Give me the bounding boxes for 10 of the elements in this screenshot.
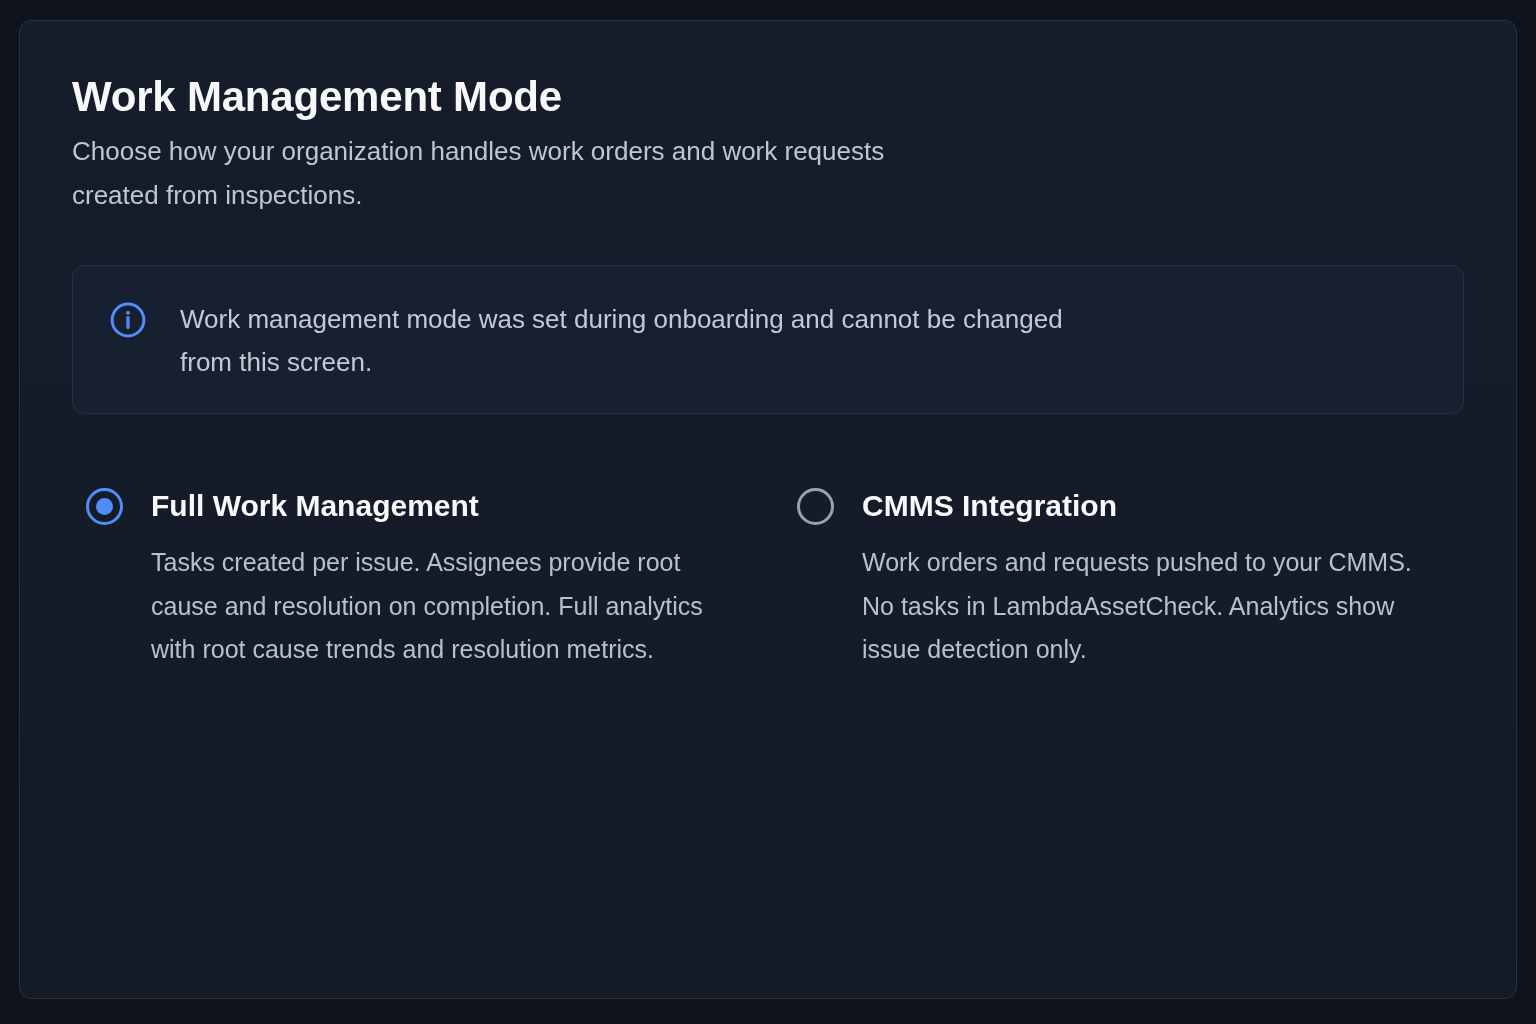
option-description: Work orders and requests pushed to your CMMS. No tasks in LambdaAssetCheck. Analytics show issue detection only. — [862, 547, 1413, 665]
section-description: Choose how your organization handles work orders and work requests created from inspections. — [72, 135, 886, 212]
radio-button[interactable] — [797, 487, 834, 525]
notice-text: Work management mode was set during onboarding and cannot be changed from this screen. — [180, 303, 1064, 379]
option-description: Tasks created per issue. Assignees provide root cause and resolution on completion. Full analytics with root cause trends and resolution metrics. — [151, 547, 704, 665]
section-title: Work Management Mode — [72, 73, 563, 121]
option-title: Full Work Management — [151, 488, 480, 524]
option-title: CMMS Integration — [862, 488, 1118, 524]
radio-button[interactable] — [86, 487, 123, 525]
info-icon — [110, 302, 146, 338]
